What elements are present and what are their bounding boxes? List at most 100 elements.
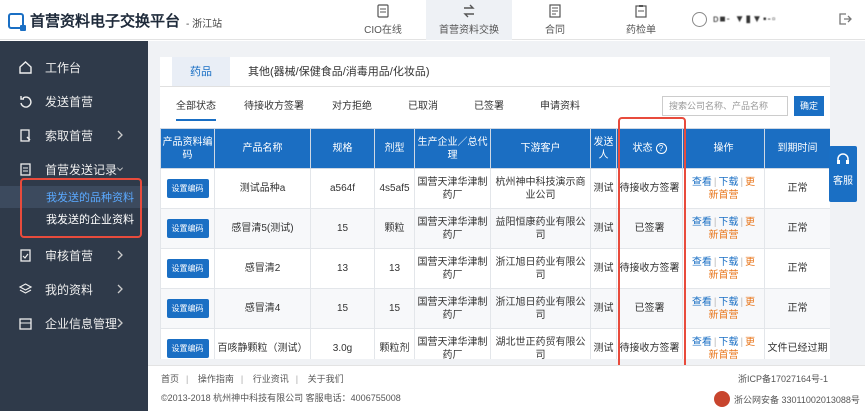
content-panel: 药品 其他(器械/保健食品/消毒用品/化妆品) 全部状态 待接收方签署 对方拒绝…	[160, 57, 830, 359]
sidebar-item-company[interactable]: 企业信息管理	[0, 306, 148, 340]
inspection-icon	[635, 5, 647, 18]
download-link[interactable]: 下载	[719, 337, 739, 348]
cell-customer: 浙江旭日药业有限公司	[490, 248, 591, 289]
filter-cancelled[interactable]: 已取消	[408, 87, 438, 127]
nav-label: 首营资料交换	[439, 25, 499, 36]
download-link[interactable]: 下载	[719, 297, 739, 308]
contract-icon	[549, 4, 561, 18]
help-icon[interactable]: ?	[655, 143, 667, 154]
search-input[interactable]: 搜索公司名称、产品名称	[662, 96, 788, 116]
table-header-row: 产品资料编码 产品名称 规格 剂型 生产企业／总代理 下游客户 发送人 状态? …	[160, 128, 830, 169]
update-link[interactable]: 更	[745, 337, 755, 348]
view-link[interactable]: 查看	[692, 177, 712, 188]
update-link[interactable]: 更	[745, 297, 755, 308]
col-header-label: 状态	[632, 143, 653, 154]
cell-operations: 查看 | 下载 | 更新首营	[682, 328, 765, 360]
view-link[interactable]: 查看	[692, 297, 712, 308]
cell-spec: 15	[310, 288, 375, 329]
cell-status: 待接收方签署	[616, 168, 683, 209]
main-area: 药品 其他(器械/保健食品/消毒用品/化妆品) 全部状态 待接收方签署 对方拒绝…	[148, 41, 865, 411]
customer-service-button[interactable]: 客服	[829, 146, 857, 202]
cell-code: 设置编码	[160, 328, 215, 359]
filter-rejected[interactable]: 对方拒绝	[332, 87, 372, 127]
search-confirm-button[interactable]: 确定	[794, 96, 824, 116]
icp-number[interactable]: 浙ICP备17027164号-1	[738, 372, 828, 385]
customer-service-label: 客服	[833, 176, 853, 187]
tab-drugs[interactable]: 药品	[172, 57, 230, 86]
logout-icon[interactable]	[838, 12, 852, 26]
sidebar-subitem-company-docs[interactable]: 我发送的企业资料	[0, 208, 148, 230]
top-nav: CIO在线 首营资料交换 合同 药检单	[340, 0, 684, 40]
sidebar-item-workbench[interactable]: 工作台	[0, 50, 148, 84]
cell-spec: 13	[310, 248, 375, 289]
user-menu[interactable]: ᴅ■- ▼▮▼▪-▫	[692, 12, 776, 27]
chevron-right-icon	[117, 130, 123, 140]
footer-link-news[interactable]: 行业资讯	[253, 374, 289, 384]
filter-apply[interactable]: 申请资料	[540, 87, 580, 127]
set-code-button[interactable]: 设置编码	[166, 339, 209, 358]
table-row: 设置编码 感冒清2 13 13 国营天津华津制药厂 浙江旭日药业有限公司 测试 待接收方签署查…	[160, 248, 830, 289]
col-header-status: 状态?	[616, 128, 683, 169]
exchange-icon	[463, 4, 475, 18]
sidebar-item-my-docs[interactable]: 我的资料	[0, 272, 148, 306]
sidebar-subitem-label: 我发送的品种资料	[46, 192, 134, 204]
new-first-link[interactable]: 新首营	[709, 310, 739, 321]
view-link[interactable]: 查看	[692, 217, 712, 228]
update-link[interactable]: 更	[745, 257, 755, 268]
sidebar-item-send[interactable]: 发送首营	[0, 84, 148, 118]
company-icon	[19, 317, 32, 330]
set-code-button[interactable]: 设置编码	[166, 219, 209, 238]
cell-code: 设置编码	[160, 248, 215, 289]
cell-customer: 益阳恒康药业有限公司	[490, 208, 591, 249]
sidebar-item-records[interactable]: 首营发送记录	[0, 152, 148, 186]
cell-sender: 测试	[590, 328, 617, 359]
sidebar-item-label: 企业信息管理	[45, 316, 118, 331]
chevron-right-icon	[117, 318, 123, 328]
view-link[interactable]: 查看	[692, 257, 712, 268]
download-link[interactable]: 下载	[719, 257, 739, 268]
records-table: 产品资料编码 产品名称 规格 剂型 生产企业／总代理 下游客户 发送人 状态? …	[160, 128, 830, 359]
cell-name: 感冒清5(测试)	[214, 208, 311, 249]
sidebar-subitem-product-docs[interactable]: 我发送的品种资料	[0, 186, 148, 208]
cell-operations: 查看 | 下载 | 更新首营	[682, 288, 765, 329]
nav-contract[interactable]: 合同	[512, 0, 598, 40]
set-code-button[interactable]: 设置编码	[166, 259, 209, 278]
police-record[interactable]: 浙公网安备 33011002013088号	[714, 391, 860, 407]
filter-pending[interactable]: 待接收方签署	[244, 87, 304, 127]
col-header: 规格	[310, 128, 375, 169]
new-first-link[interactable]: 新首营	[709, 350, 739, 360]
filter-all[interactable]: 全部状态	[176, 87, 216, 127]
logo[interactable]: 首营资料电子交换平台 - 浙江站	[8, 10, 222, 31]
footer: 首页 | 操作指南 | 行业资讯 | 关于我们 ©2013-2018 杭州神中科技有限…	[148, 365, 865, 411]
cell-expire: 文件已经过期	[764, 328, 830, 359]
update-link[interactable]: 更	[745, 177, 755, 188]
cell-form: 15	[374, 288, 415, 329]
new-first-link[interactable]: 新首营	[709, 270, 739, 281]
view-link[interactable]: 查看	[692, 337, 712, 348]
new-first-link[interactable]: 新首营	[709, 190, 739, 201]
nav-cio-online[interactable]: CIO在线	[340, 0, 426, 40]
logo-text: 首营资料电子交换平台	[30, 13, 181, 30]
nav-inspection[interactable]: 药检单	[598, 0, 684, 40]
headset-icon	[837, 153, 849, 164]
tab-others[interactable]: 其他(器械/保健食品/消毒用品/化妆品)	[230, 57, 448, 86]
download-link[interactable]: 下载	[719, 177, 739, 188]
filter-signed[interactable]: 已签署	[474, 87, 504, 127]
sidebar-item-audit[interactable]: 审核首营	[0, 238, 148, 272]
footer-link-guide[interactable]: 操作指南	[198, 374, 234, 384]
update-link[interactable]: 更	[745, 217, 755, 228]
sidebar-item-request[interactable]: 索取首营	[0, 118, 148, 152]
cell-expire: 正常	[764, 248, 830, 289]
footer-link-home[interactable]: 首页	[161, 374, 179, 384]
footer-link-about[interactable]: 关于我们	[308, 374, 344, 384]
cell-code: 设置编码	[160, 288, 215, 329]
new-first-link[interactable]: 新首营	[709, 230, 739, 241]
cell-sender: 测试	[590, 168, 617, 209]
layers-icon	[18, 282, 33, 294]
download-link[interactable]: 下载	[719, 217, 739, 228]
set-code-button[interactable]: 设置编码	[166, 299, 209, 318]
nav-label: 合同	[545, 25, 565, 36]
nav-exchange[interactable]: 首营资料交换	[426, 0, 512, 40]
cell-spec: 15	[310, 208, 375, 249]
set-code-button[interactable]: 设置编码	[166, 179, 209, 198]
